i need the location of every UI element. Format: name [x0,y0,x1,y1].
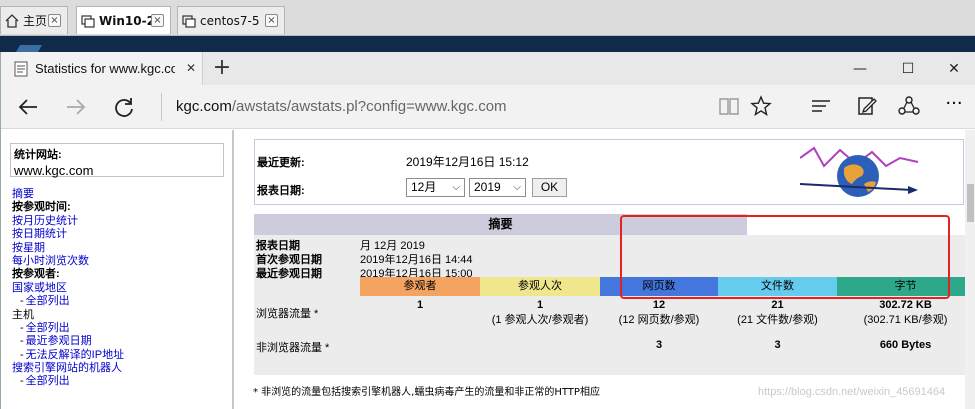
forward-icon[interactable] [61,92,91,122]
sidebar-heading-time: 按参观时间: [12,201,71,214]
last-update-label: 最近更新: [257,157,305,169]
scrollbar[interactable] [965,130,975,409]
sidebar-item-summary[interactable]: 摘要 [12,188,227,201]
close-icon[interactable]: × [265,14,278,27]
hits-value: 21 [771,299,784,311]
sidebar-heading-visitors: 按参观者: [12,268,60,281]
sidebar-item-robots[interactable]: 搜索引擎网站的机器人 [12,362,227,375]
vm-tab-home[interactable]: 主页 × [0,6,68,34]
highlight-box [620,215,950,299]
address-bar[interactable]: kgc.com/awstats/awstats.pl?config=www.kg… [161,93,701,121]
vm-tab-centos[interactable]: centos7-5 × [177,6,285,34]
site-info-box: 统计网站: www.kgc.com [10,143,224,178]
sidebar-item-hourly[interactable]: 每小时浏览次数 [12,255,227,268]
browser-tab-bar: Statistics for www.kgc.co ✕ + — ☐ ✕ [1,52,975,85]
cell-nb-hits: 3 [718,339,837,351]
site-label: 统计网站: [14,149,62,161]
favorite-star-icon[interactable] [749,94,773,118]
url-path: /awstats/awstats.pl?config=www.kgc.com [231,98,507,115]
web-note-icon[interactable] [855,94,879,118]
chevron-down-icon: ⌵ [513,182,521,193]
sidebar-item-countries-all[interactable]: 全部列出 [12,295,227,308]
close-icon[interactable]: × [48,14,61,27]
vm-tab-bar: 主页 × Win10-2 × centos7-5 × [0,0,975,36]
cell-bytes: 302.72 KB (302.71 KB/参观) [837,299,974,327]
visits-value: 1 [536,299,544,311]
cell-visits: 1 (1 参观人次/参观者) [480,299,600,327]
hits-sub: (21 文件数/参观) [737,314,818,326]
vm-tab-label: Win10-2 [99,13,155,28]
row-nonbrowser-label: 非浏览器流量 * [256,342,330,354]
month-select[interactable]: 12月 ⌵ [406,178,465,197]
year-value: 2019 [474,180,501,194]
hub-icon[interactable] [809,94,833,118]
browser-tab-title: Statistics for www.kgc.co [35,61,175,76]
awstats-logo [800,146,919,197]
sidebar-item-unresolved-ip[interactable]: 无法反解译的IP地址 [12,349,227,362]
close-tab-icon[interactable]: ✕ [186,61,196,75]
vm-tab-win10[interactable]: Win10-2 × [76,6,171,34]
reading-view-icon[interactable] [717,94,741,118]
col-visits: 参观人次 [480,277,600,296]
share-icon[interactable] [897,94,921,118]
more-icon[interactable]: ··· [942,94,966,118]
visits-sub: (1 参观人次/参观者) [491,314,589,326]
vm-icon [182,14,196,28]
report-date-label: 报表日期: [257,185,305,197]
sidebar-frame: 统计网站: www.kgc.com 摘要 按参观时间: 按月历史统计 按日期统计… [1,130,234,409]
sidebar-item-daily[interactable]: 按日期统计 [12,228,227,241]
sidebar-item-monthly[interactable]: 按月历史统计 [12,215,227,228]
month-value: 12月 [411,180,437,194]
year-select[interactable]: 2019 ⌵ [469,178,526,197]
close-window-icon[interactable]: ✕ [931,56,975,82]
sidebar-item-last-visit[interactable]: 最近参观日期 [12,335,227,348]
sidebar-item-hosts[interactable]: 主机 [12,309,227,322]
nb-bytes-value: 660 Bytes [879,339,932,351]
cell-nb-bytes: 660 Bytes [837,339,974,351]
last-visit-key: 最近参观日期 [256,268,322,280]
back-icon[interactable] [13,92,43,122]
close-icon[interactable]: × [151,14,164,27]
last-update-value: 2019年12月16日 15:12 [406,155,529,169]
sidebar-item-hosts-all[interactable]: 全部列出 [12,322,227,335]
scroll-thumb[interactable] [967,184,974,222]
chevron-down-icon: ⌵ [452,182,460,193]
sidebar-item-weekday[interactable]: 按星期 [12,242,227,255]
ok-button[interactable]: OK [532,178,567,197]
watermark: https://blog.csdn.net/weixin_45691464 [758,386,946,398]
pages-value: 12 [652,299,666,311]
minimize-icon[interactable]: — [837,56,883,82]
refresh-icon[interactable] [109,92,139,122]
col-visitors: 参观者 [360,277,480,296]
sidebar-item-robots-all[interactable]: 全部列出 [12,375,227,388]
cell-hits: 21 (21 文件数/参观) [718,299,837,327]
pages-sub: (12 网页数/参观) [618,314,700,326]
bytes-sub: (302.71 KB/参观) [863,314,948,326]
row-browser-label: 浏览器流量 * [256,308,319,320]
cell-nb-pages: 3 [600,339,718,351]
url-domain: kgc.com [176,98,232,115]
new-tab-button[interactable]: + [209,56,235,82]
cell-pages: 12 (12 网页数/参观) [600,299,718,327]
bytes-value: 302.72 KB [879,299,932,311]
nb-hits-value: 3 [774,339,781,351]
visitors-value: 1 [416,299,424,311]
vm-tab-label: 主页 [23,14,48,28]
cell-visitors: 1 [360,299,480,311]
sidebar-nav: 摘要 按参观时间: 按月历史统计 按日期统计 按星期 每小时浏览次数 按参观者:… [12,188,227,389]
browser-tab[interactable]: Statistics for www.kgc.co ✕ [1,52,203,85]
sidebar-item-countries[interactable]: 国家或地区 [12,282,227,295]
site-value: www.kgc.com [14,163,94,178]
guest-desktop [0,36,975,52]
page-icon [14,61,28,76]
footnote: * 非浏览的流量包括搜索引擎机器人,蠕虫病毒产生的流量和非正常的HTTP相应 [253,387,600,398]
vm-tab-label: centos7-5 [200,13,260,28]
vm-icon [81,14,95,28]
maximize-icon[interactable]: ☐ [885,56,931,82]
update-box: 最近更新: 2019年12月16日 15:12 报表日期: 12月 ⌵ 2019 ⌵… [254,139,964,205]
home-icon [5,13,19,28]
nb-pages-value: 3 [655,339,663,351]
browser-toolbar: kgc.com/awstats/awstats.pl?config=www.kg… [1,85,975,129]
